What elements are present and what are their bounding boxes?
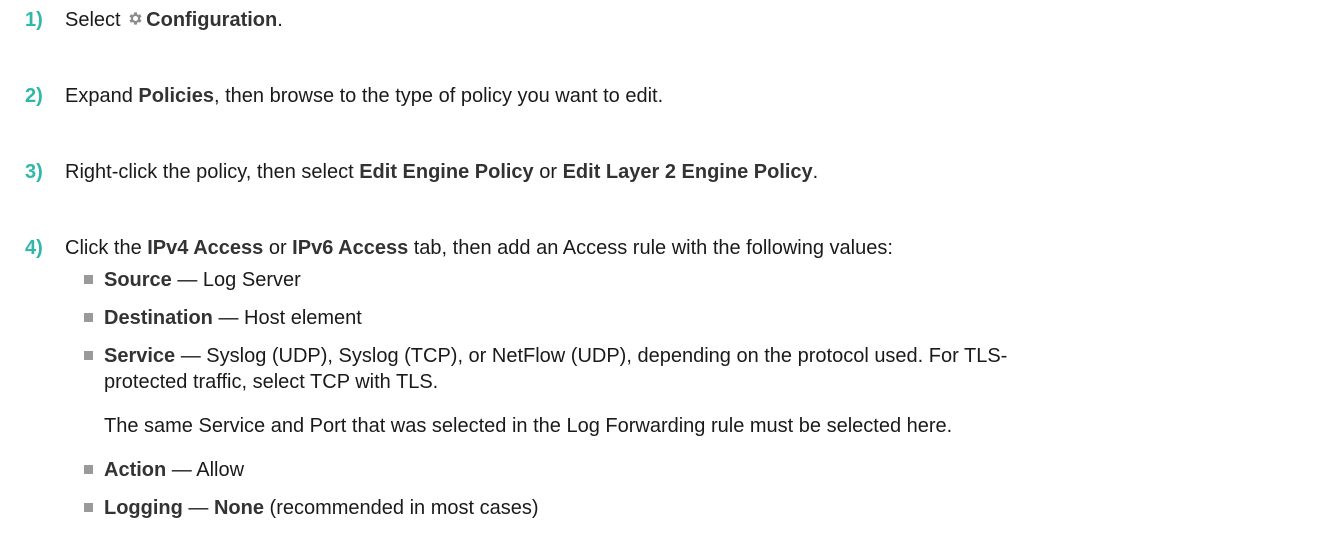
step-text: Expand Policies, then browse to the type… xyxy=(65,85,664,107)
list-item-service-continued: protected traffic, select TCP with TLS. xyxy=(104,371,439,393)
step-text: Right-click the policy, then select Edit… xyxy=(65,161,819,183)
bullet-icon xyxy=(84,313,93,322)
step-number: 3) xyxy=(25,161,43,183)
list-item-source: Source — Log Server xyxy=(104,269,301,291)
bullet-icon xyxy=(84,503,93,512)
list-item-destination: Destination — Host element xyxy=(104,307,362,329)
step-number: 1) xyxy=(25,9,43,31)
bullet-icon xyxy=(84,351,93,360)
step-number: 2) xyxy=(25,85,43,107)
list-item-service: Service — Syslog (UDP), Syslog (TCP), or… xyxy=(104,345,1008,367)
bullet-icon xyxy=(84,465,93,474)
list-item-action: Action — Allow xyxy=(104,459,245,481)
list-item-logging: Logging — None (recommended in most case… xyxy=(104,497,539,519)
service-note: The same Service and Port that was selec… xyxy=(104,415,953,437)
bullet-icon xyxy=(84,275,93,284)
step-text: Select Configuration. xyxy=(65,9,283,31)
step-number: 4) xyxy=(25,237,43,259)
gear-icon xyxy=(129,12,142,25)
step-text: Click the IPv4 Access or IPv6 Access tab… xyxy=(65,237,893,259)
